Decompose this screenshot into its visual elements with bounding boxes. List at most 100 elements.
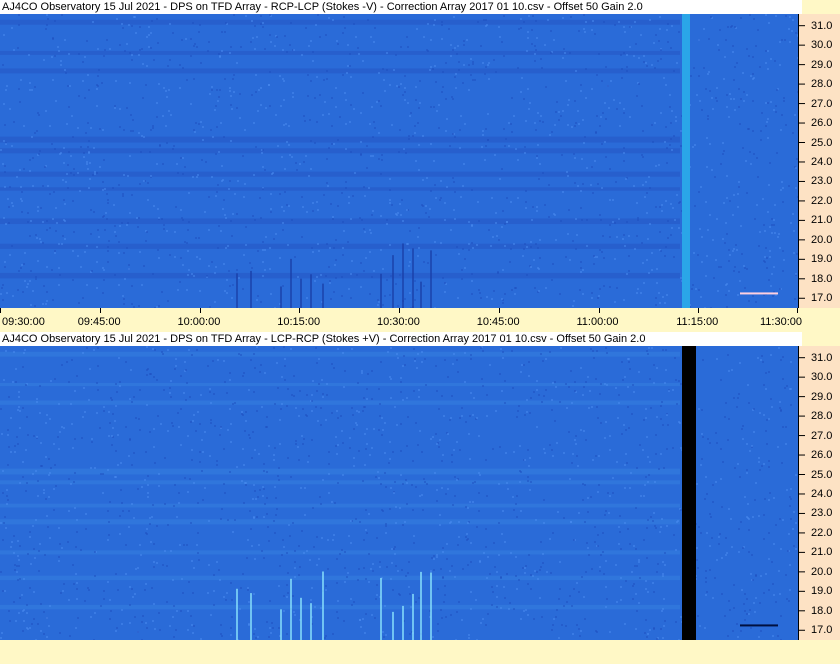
frequency-band — [0, 136, 680, 143]
frequency-band — [0, 272, 680, 279]
y-tick-label: 27.0 — [811, 97, 833, 110]
y-tick-label: 22.0 — [811, 526, 833, 539]
y-tick-label: 26.0 — [811, 117, 833, 130]
y-tick-label: 23.0 — [811, 175, 833, 188]
chart-title: AJ4CO Observatory 15 Jul 2021 - DPS on T… — [0, 332, 802, 346]
x-tick-label: 09:45:00 — [77, 316, 121, 328]
burst-streak — [430, 250, 432, 308]
y-tick-label: 18.0 — [811, 272, 833, 285]
frequency-band — [0, 480, 680, 485]
x-tick — [199, 308, 201, 313]
burst-streak — [250, 270, 252, 308]
x-tick — [99, 308, 101, 313]
top-panel: AJ4CO Observatory 15 Jul 2021 - DPS on T… — [0, 0, 840, 332]
x-tick-label: 11:30:00 — [760, 316, 803, 328]
x-tick — [498, 308, 500, 313]
burst-streak — [402, 243, 404, 308]
burst-streak — [280, 286, 282, 308]
frequency-band — [0, 351, 680, 357]
y-tick-label: 20.0 — [811, 233, 833, 246]
y-tick-label: 24.0 — [811, 155, 833, 168]
y-tick-label: 30.0 — [811, 371, 833, 384]
y-tick-label: 18.0 — [811, 604, 833, 617]
spectrogram-plot — [0, 14, 798, 308]
burst-streak — [300, 597, 302, 640]
burst-streak — [280, 609, 282, 640]
x-tick-label: 09:30:00 — [2, 316, 45, 328]
x-tick — [399, 308, 400, 313]
burst-streak — [290, 258, 292, 308]
spectrogram-plot — [0, 346, 798, 640]
data-gap — [682, 14, 690, 308]
chart-title: AJ4CO Observatory 15 Jul 2021 - DPS on T… — [0, 0, 802, 14]
y-tick-label: 29.0 — [811, 58, 833, 71]
y-tick-label: 26.0 — [811, 449, 833, 462]
x-tick-label: 11:00:00 — [576, 316, 619, 328]
burst-streak — [392, 611, 394, 640]
time-axis: 09:30:00 09:45:00 10:00:00 10:15:00 10:30:00… — [0, 308, 840, 328]
frequency-band — [0, 519, 680, 525]
y-tick-label: 19.0 — [811, 585, 833, 598]
burst-streak — [236, 273, 238, 308]
frequency-band — [0, 171, 680, 177]
y-tick-label: 25.0 — [811, 468, 833, 481]
y-tick-label: 17.0 — [811, 624, 833, 637]
x-tick — [698, 308, 700, 313]
y-tick-label: 22.0 — [811, 194, 833, 207]
frequency-band — [0, 575, 680, 581]
y-tick-label: 19.0 — [811, 253, 833, 266]
burst-streak — [380, 273, 382, 308]
burst-streak — [412, 593, 414, 640]
interference-mark — [740, 292, 778, 295]
burst-streak — [380, 577, 382, 640]
x-tick — [0, 308, 1, 313]
burst-streak — [322, 283, 324, 308]
x-tick-label: 10:00:00 — [177, 316, 221, 328]
x-tick-label: 10:30:00 — [377, 316, 420, 328]
y-tick-label: 27.0 — [811, 429, 833, 442]
x-tick — [797, 308, 798, 313]
frequency-band — [0, 400, 680, 405]
frequency-band — [0, 148, 680, 154]
spectrogram-background — [0, 14, 798, 308]
bottom-panel: AJ4CO Observatory 15 Jul 2021 - DPS on T… — [0, 332, 840, 664]
interference-mark — [740, 624, 778, 627]
x-tick-label: 11:15:00 — [676, 316, 719, 328]
burst-streak — [430, 572, 432, 640]
x-tick-label: 10:15:00 — [277, 316, 321, 328]
y-tick-label: 23.0 — [811, 507, 833, 520]
y-tick-label: 21.0 — [811, 214, 833, 227]
frequency-band — [0, 503, 680, 508]
y-tick-label: 28.0 — [811, 410, 833, 423]
y-tick-label: 24.0 — [811, 487, 833, 500]
burst-streak — [412, 248, 414, 308]
x-tick — [598, 308, 600, 313]
y-tick-label: 21.0 — [811, 546, 833, 559]
frequency-axis: 31.0 30.0 29.0 28.0 27.0 26.0 25.0 24.0 23.0 22.0… — [798, 346, 840, 640]
x-tick-label: 10:45:00 — [476, 316, 520, 328]
burst-streak — [310, 603, 312, 640]
data-gap — [682, 346, 696, 640]
burst-streak — [420, 281, 422, 308]
frequency-band — [0, 218, 680, 225]
burst-streak — [310, 274, 312, 308]
y-tick-label: 20.0 — [811, 565, 833, 578]
x-tick — [299, 308, 301, 313]
burst-streak — [392, 255, 394, 308]
y-tick-label: 29.0 — [811, 390, 833, 403]
burst-streak — [290, 578, 292, 640]
y-tick-label: 31.0 — [811, 351, 833, 364]
y-tick-label: 25.0 — [811, 136, 833, 149]
burst-streak — [300, 278, 302, 308]
frequency-band — [0, 19, 680, 25]
y-tick-label: 17.0 — [811, 292, 833, 305]
y-tick-label: 28.0 — [811, 78, 833, 91]
burst-streak — [322, 571, 324, 640]
burst-streak — [250, 593, 252, 640]
frequency-axis: 31.0 30.0 29.0 28.0 27.0 26.0 25.0 24.0 23.0 22.0… — [798, 14, 840, 308]
frequency-band — [0, 382, 680, 387]
y-tick-label: 30.0 — [811, 39, 833, 52]
burst-streak — [236, 588, 238, 640]
frequency-band — [0, 68, 680, 74]
frequency-band — [0, 243, 680, 249]
